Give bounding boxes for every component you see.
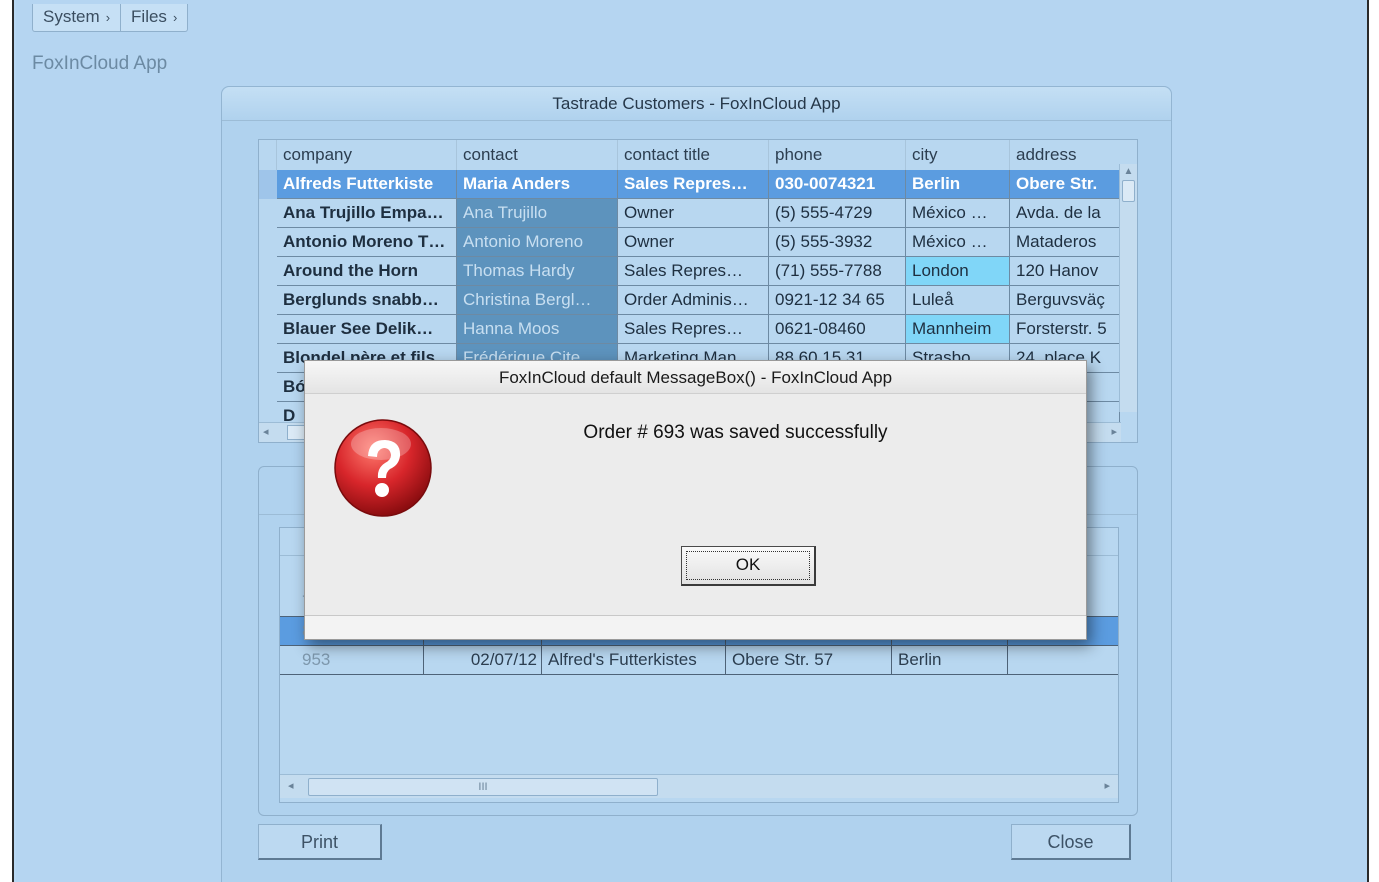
table-cell[interactable]: (71) 555-7788 (769, 257, 906, 286)
window-edge-left (0, 0, 14, 882)
table-cell[interactable]: Avda. de la (1010, 199, 1120, 228)
table-cell[interactable]: México … (906, 228, 1010, 257)
menu-system[interactable]: System › (33, 4, 122, 31)
table-cell[interactable]: Owner (618, 199, 769, 228)
scroll-thumb[interactable]: III (308, 778, 658, 796)
table-cell[interactable]: Mataderos (1010, 228, 1120, 257)
table-cell[interactable]: Luleå (906, 286, 1010, 315)
row-indicator[interactable] (259, 257, 277, 286)
table-cell[interactable]: Sales Repres… (618, 170, 769, 199)
table-cell[interactable]: Ana Trujillo Empa… (277, 199, 457, 228)
main-menu: System › Files › (32, 4, 189, 32)
table-cell[interactable]: Sales Repres… (618, 257, 769, 286)
table-cell[interactable]: Obere Str. 57 (726, 646, 892, 675)
table-cell[interactable]: Owner (618, 228, 769, 257)
table-cell[interactable]: Christina Bergl… (457, 286, 618, 315)
column-header-company[interactable]: company (277, 140, 457, 170)
table-cell[interactable]: Obere Str. (1010, 170, 1120, 199)
scroll-right-icon[interactable]: ▸ (1104, 779, 1110, 792)
dialog-body: Order # 693 was saved successfully OK (305, 394, 1086, 616)
table-row[interactable]: Blauer See Delik… Hanna Moos Sales Repres…… (259, 315, 1120, 344)
table-cell[interactable]: Thomas Hardy (457, 257, 618, 286)
column-header-contact-title[interactable]: contact title (618, 140, 769, 170)
table-cell[interactable]: Alfreds Futterkiste (277, 170, 457, 199)
table-cell[interactable]: 953 (280, 646, 424, 675)
table-cell[interactable]: Berguvsväç (1010, 286, 1120, 315)
orders-horizontal-scrollbar[interactable]: ◂ III ▸ (280, 774, 1118, 798)
scroll-up-icon[interactable]: ▲ (1120, 164, 1137, 180)
table-cell[interactable]: Alfred's Futterkistes (542, 646, 726, 675)
message-box-dialog: FoxInCloud default MessageBox() - FoxInC… (304, 360, 1087, 640)
scroll-left-icon[interactable]: ◂ (263, 425, 269, 438)
table-cell[interactable]: Maria Anders (457, 170, 618, 199)
table-cell[interactable]: 0621-08460 (769, 315, 906, 344)
dialog-title: FoxInCloud default MessageBox() - FoxInC… (305, 361, 1086, 394)
row-indicator[interactable] (259, 170, 277, 199)
dialog-message: Order # 693 was saved successfully (583, 422, 888, 443)
table-cell[interactable]: Order Adminis… (618, 286, 769, 315)
dialog-footer (305, 615, 1086, 639)
table-cell[interactable]: Mannheim (906, 315, 1010, 344)
table-cell[interactable]: Antonio Moreno T… (277, 228, 457, 257)
table-cell[interactable]: London (906, 257, 1010, 286)
row-indicator[interactable] (259, 373, 277, 402)
row-indicator[interactable] (259, 199, 277, 228)
row-indicator[interactable] (259, 344, 277, 373)
table-cell[interactable]: Forsterstr. 5 (1010, 315, 1120, 344)
table-row[interactable]: Ana Trujillo Empa… Ana Trujillo Owner (5) 5… (259, 199, 1120, 228)
table-cell[interactable]: Hanna Moos (457, 315, 618, 344)
row-indicator[interactable] (259, 286, 277, 315)
table-cell[interactable]: Around the Horn (277, 257, 457, 286)
close-button[interactable]: Close (1011, 824, 1131, 860)
table-cell[interactable]: Berlin (892, 646, 1008, 675)
table-row[interactable]: Alfreds Futterkiste Maria Anders Sales Rep… (259, 170, 1120, 199)
table-cell[interactable]: 030-0074321 (769, 170, 906, 199)
table-cell[interactable]: 120 Hanov (1010, 257, 1120, 286)
table-cell[interactable] (1008, 646, 1118, 675)
ok-button[interactable]: OK (681, 546, 816, 586)
table-cell[interactable]: (5) 555-3932 (769, 228, 906, 257)
row-selector-header (259, 140, 277, 170)
chevron-right-icon: › (105, 10, 111, 25)
customers-grid-header: company contact contact title phone city… (259, 140, 1120, 170)
scroll-thumb[interactable] (1122, 180, 1135, 202)
row-indicator[interactable] (259, 315, 277, 344)
row-indicator[interactable] (259, 228, 277, 257)
chevron-right-icon: › (172, 10, 178, 25)
table-cell[interactable]: (5) 555-4729 (769, 199, 906, 228)
table-cell[interactable]: Ana Trujillo (457, 199, 618, 228)
table-row[interactable]: Berglunds snabb… Christina Bergl… Order Ad… (259, 286, 1120, 315)
table-row[interactable]: Around the Horn Thomas Hardy Sales Repres…… (259, 257, 1120, 286)
form-title: Tastrade Customers - FoxInCloud App (222, 87, 1171, 121)
table-cell[interactable]: Blauer See Delik… (277, 315, 457, 344)
column-header-city[interactable]: city (906, 140, 1010, 170)
print-button[interactable]: Print (258, 824, 382, 860)
menu-files[interactable]: Files › (121, 4, 187, 31)
table-cell[interactable]: Berlin (906, 170, 1010, 199)
table-cell[interactable]: 02/07/12 (424, 646, 542, 675)
scroll-right-icon[interactable]: ▸ (1111, 425, 1117, 438)
column-header-phone[interactable]: phone (769, 140, 906, 170)
table-cell[interactable]: Antonio Moreno (457, 228, 618, 257)
window-edge-right (1367, 0, 1379, 882)
table-cell[interactable]: Sales Repres… (618, 315, 769, 344)
scroll-left-icon[interactable]: ◂ (288, 779, 294, 792)
column-header-contact[interactable]: contact (457, 140, 618, 170)
menu-files-label: Files (131, 7, 167, 26)
focus-ring (686, 551, 810, 580)
column-header-address[interactable]: address (1010, 140, 1120, 170)
table-cell[interactable]: 0921-12 34 65 (769, 286, 906, 315)
table-cell[interactable]: Berglunds snabb… (277, 286, 457, 315)
app-title: FoxInCloud App (32, 53, 168, 74)
table-row[interactable]: Antonio Moreno T… Antonio Moreno Owner (5) … (259, 228, 1120, 257)
customers-vertical-scrollbar[interactable]: ▲ (1119, 164, 1137, 412)
table-cell[interactable]: México … (906, 199, 1010, 228)
table-row[interactable]: 953 02/07/12 Alfred's Futterkistes Obere St… (280, 646, 1118, 675)
menu-system-label: System (43, 7, 100, 26)
